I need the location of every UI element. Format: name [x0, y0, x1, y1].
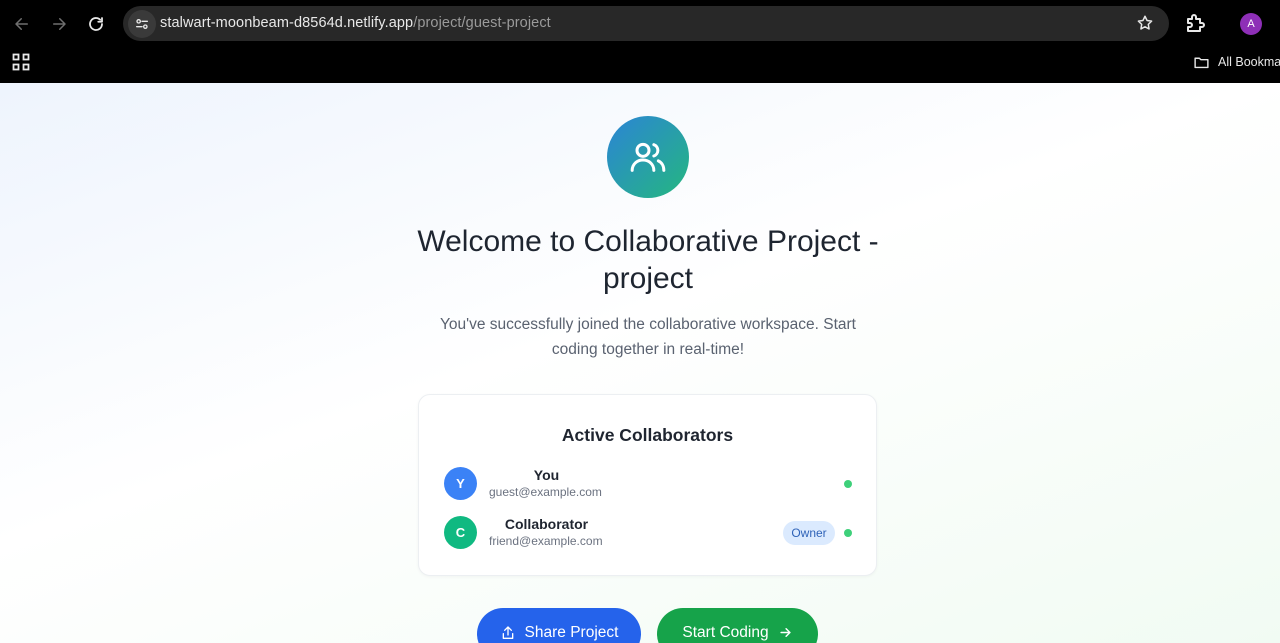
start-coding-label: Start Coding [682, 624, 769, 641]
collaborator-name: Collaborator [504, 516, 589, 532]
back-button[interactable] [6, 8, 38, 40]
collaborator-name: You [533, 467, 560, 483]
reload-icon [89, 17, 103, 31]
share-project-button[interactable]: Share Project [477, 608, 641, 643]
star-icon [1137, 15, 1153, 30]
folder-icon [1194, 57, 1209, 68]
hero-badge [607, 116, 689, 198]
arrow-left-icon [15, 18, 28, 30]
arrow-right-icon [53, 18, 66, 30]
collaborator-info: You guest@example.com [489, 467, 604, 501]
collaborator-email: friend@example.com [489, 534, 603, 548]
users-icon [630, 142, 666, 172]
share-project-label: Share Project [524, 624, 619, 641]
all-bookmarks-button[interactable]: All Bookma [1193, 52, 1280, 72]
start-coding-button[interactable]: Start Coding [657, 608, 818, 643]
online-indicator [844, 480, 852, 488]
all-bookmarks-label: All Bookma [1218, 55, 1280, 69]
collaborator-info: Collaborator friend@example.com [489, 516, 604, 550]
owner-badge: Owner [783, 521, 835, 545]
collaborators-heading: Active Collaborators [561, 425, 734, 445]
apps-grid-icon[interactable] [12, 53, 30, 71]
bookmark-star-button[interactable] [1135, 13, 1155, 33]
url-path: /project/guest-project [413, 15, 551, 31]
avatar: C [444, 516, 477, 549]
page-title: Welcome to Collaborative Project - proje… [417, 225, 879, 295]
collaborators-card: Active Collaborators Y You guest@example… [418, 394, 877, 576]
address-bar[interactable]: stalwart-moonbeam-d8564d.netlify.app/pro… [123, 6, 1169, 41]
page-content: Welcome to Collaborative Project - proje… [0, 83, 1280, 643]
share-icon [502, 626, 513, 639]
forward-button[interactable] [43, 8, 75, 40]
collaborator-row: C Collaborator friend@example.com Owner [444, 515, 854, 551]
page-subtitle: You've successfully joined the collabora… [440, 316, 856, 358]
profile-avatar[interactable]: A [1240, 13, 1262, 35]
url-host: stalwart-moonbeam-d8564d.netlify.app [160, 15, 414, 31]
tune-icon [136, 19, 148, 29]
arrow-right-icon [779, 628, 791, 637]
online-indicator [844, 529, 852, 537]
avatar: Y [444, 467, 477, 500]
collaborator-row: Y You guest@example.com [444, 466, 854, 502]
browser-chrome: stalwart-moonbeam-d8564d.netlify.app/pro… [0, 0, 1280, 83]
extensions-icon[interactable] [1184, 11, 1208, 35]
url-text[interactable]: stalwart-moonbeam-d8564d.netlify.app/pro… [160, 15, 551, 31]
collaborator-email: guest@example.com [489, 485, 602, 499]
site-info-button[interactable] [128, 10, 156, 38]
reload-button[interactable] [80, 8, 112, 40]
